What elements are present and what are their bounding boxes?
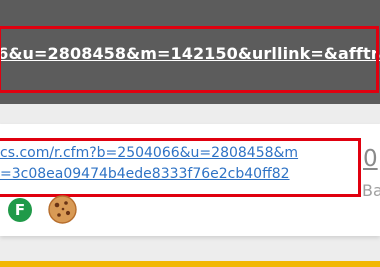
screen: 66&u=2808458&m=142150&urllink=&afftrack=… [0,0,380,267]
result-highlight-box [0,138,361,197]
header-highlight-box [0,26,379,93]
cookie-icon[interactable] [48,195,77,224]
backlinks-count[interactable]: 0 [363,146,378,172]
backlinks-label: Backli [362,181,380,200]
bottom-accent-strip [0,261,380,267]
f-badge-icon[interactable]: F [8,198,32,222]
f-badge-letter: F [14,201,26,219]
